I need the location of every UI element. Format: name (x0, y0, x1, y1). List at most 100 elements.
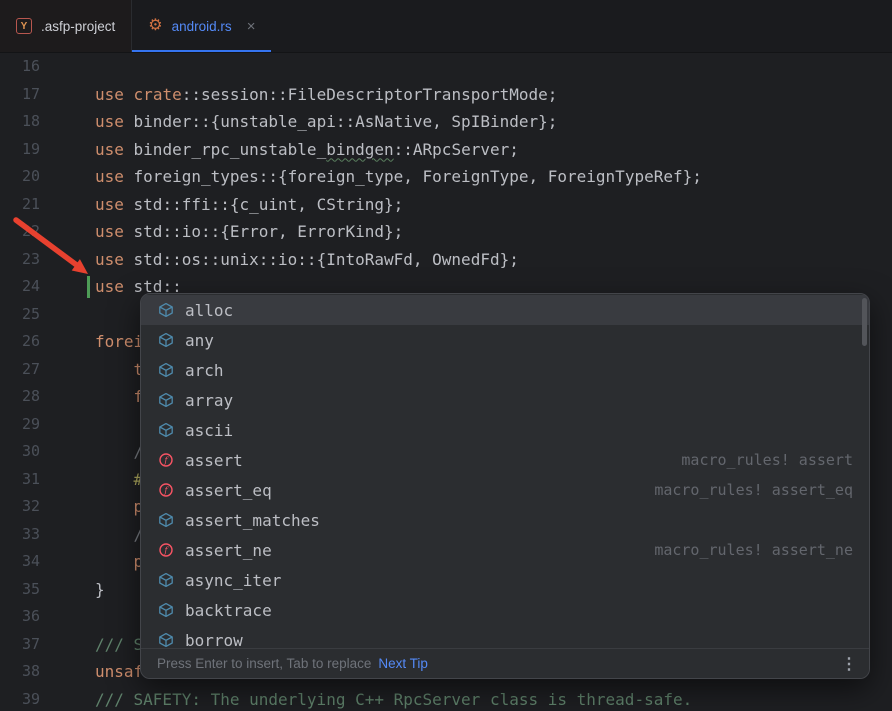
completion-item-async_iter[interactable]: async_iter (141, 565, 869, 595)
tab-android-rs[interactable]: ⚙ android.rs × (132, 0, 271, 52)
line-number: 17 (0, 81, 40, 109)
completion-item-detail: macro_rules! assert_ne (654, 541, 853, 559)
active-tab-indicator (132, 50, 271, 52)
tab-asfp-project[interactable]: Y .asfp-project (0, 0, 132, 52)
line-number: 36 (0, 603, 40, 631)
line-number: 32 (0, 493, 40, 521)
code-line-20[interactable]: 20use foreign_types::{foreign_type, Fore… (0, 163, 892, 191)
completion-list: alloc any arch array ascii fassertmacro_rules… (141, 295, 869, 649)
code-token (124, 85, 134, 104)
ide-window: Y .asfp-project ⚙ android.rs × 1617use c… (0, 0, 892, 711)
code-token: } (95, 580, 105, 599)
completion-item-arch[interactable]: arch (141, 355, 869, 385)
macro-icon: f (157, 542, 174, 559)
code-token: /// S (95, 635, 143, 654)
code-line-16[interactable]: 16 (0, 53, 892, 81)
macro-icon: f (157, 452, 174, 469)
completion-item-borrow[interactable]: borrow (141, 625, 869, 649)
completion-hint: Press Enter to insert, Tab to replace (157, 656, 371, 671)
svg-text:f: f (163, 486, 169, 496)
code-token (95, 387, 134, 406)
completion-item-assert_ne[interactable]: f assert_ne macro_rules! assert_ne (141, 535, 869, 565)
code-token (95, 442, 134, 461)
code-line-21[interactable]: 21use std::ffi::{c_uint, CString}; (0, 191, 892, 219)
line-number: 20 (0, 163, 40, 191)
code-line-17[interactable]: 17use crate::session::FileDescriptorTran… (0, 81, 892, 109)
more-options-icon[interactable]: ⋮ (841, 654, 857, 674)
code-token: std::ffi::{c_uint, CString}; (124, 195, 403, 214)
editor-tab-bar: Y .asfp-project ⚙ android.rs × (0, 0, 892, 53)
code-token: crate (134, 85, 182, 104)
completion-item-backtrace[interactable]: backtrace (141, 595, 869, 625)
line-number: 28 (0, 383, 40, 411)
module-icon (157, 572, 174, 589)
code-token: binder::{unstable_api::AsNative, SpIBind… (124, 112, 557, 131)
code-token (95, 470, 134, 489)
code-text: use std::io::{Error, ErrorKind}; (95, 218, 892, 246)
completion-item-array[interactable]: array (141, 385, 869, 415)
code-line-19[interactable]: 19use binder_rpc_unstable_bindgen::ARpcS… (0, 136, 892, 164)
module-icon (157, 332, 174, 349)
code-token: ::ARpcServer; (394, 140, 519, 159)
line-number: 37 (0, 631, 40, 659)
line-number: 38 (0, 658, 40, 686)
module-icon (157, 392, 174, 409)
code-line-22[interactable]: 22use std::io::{Error, ErrorKind}; (0, 218, 892, 246)
completion-item-assert_eq[interactable]: fassert_eqmacro_rules! assert_eq (141, 475, 869, 505)
line-number: 39 (0, 686, 40, 711)
line-number: 18 (0, 108, 40, 136)
code-token: std::os::unix::io::{IntoRawFd, OwnedFd}; (124, 250, 519, 269)
code-token: ::session::FileDescriptorTransportMode; (182, 85, 558, 104)
completion-item-ascii[interactable]: ascii (141, 415, 869, 445)
code-text: /// SAFETY: The underlying C++ RpcServer… (95, 686, 892, 711)
code-token: use (95, 112, 124, 131)
line-number: 30 (0, 438, 40, 466)
code-line-39[interactable]: 39 /// SAFETY: The underlying C++ RpcServ… (0, 686, 892, 711)
completion-item-label: array (185, 391, 233, 410)
code-token: bindgen (326, 140, 393, 159)
code-token (95, 552, 134, 571)
completion-item-any[interactable]: any (141, 325, 869, 355)
asfp-project-file-icon: Y (16, 18, 32, 34)
line-number: 29 (0, 411, 40, 439)
line-number: 35 (0, 576, 40, 604)
code-token: binder_rpc_unstable_ (124, 140, 326, 159)
completion-item-label: arch (185, 361, 224, 380)
macro-icon: f (157, 482, 174, 499)
module-icon (157, 362, 174, 379)
code-token: use (95, 195, 124, 214)
next-tip-link[interactable]: Next Tip (378, 656, 428, 671)
completion-item-label: assert_ne (185, 541, 272, 560)
module-icon (157, 302, 174, 319)
code-token (95, 525, 134, 544)
red-arrow-annotation (8, 214, 100, 284)
completion-item-assert[interactable]: fassertmacro_rules! assert (141, 445, 869, 475)
code-token: std::io::{Error, ErrorKind}; (124, 222, 403, 241)
rust-file-icon: ⚙ (148, 18, 162, 34)
completion-item-label: ascii (185, 421, 233, 440)
code-line-23[interactable]: 23use std::os::unix::io::{IntoRawFd, Own… (0, 246, 892, 274)
close-tab-icon[interactable]: × (247, 18, 256, 35)
tab-android-rs-label: android.rs (172, 19, 232, 34)
line-number: 25 (0, 301, 40, 329)
completion-item-detail: macro_rules! assert (681, 451, 853, 469)
code-text: use std::ffi::{c_uint, CString}; (95, 191, 892, 219)
code-text: use std::os::unix::io::{IntoRawFd, Owned… (95, 246, 892, 274)
completion-item-alloc[interactable]: alloc (141, 295, 869, 325)
code-line-18[interactable]: 18 use binder::{unstable_api::AsNative, S… (0, 108, 892, 136)
code-text: use binder_rpc_unstable_bindgen::ARpcSer… (95, 136, 892, 164)
module-icon (157, 512, 174, 529)
completion-item-assert_matches[interactable]: assert_matches (141, 505, 869, 535)
completion-item-label: any (185, 331, 214, 350)
code-token: unsaf (95, 662, 143, 681)
module-icon (157, 422, 174, 439)
popup-scrollbar[interactable] (862, 298, 867, 346)
code-token: use (95, 140, 124, 159)
completion-item-label: backtrace (185, 601, 272, 620)
line-number: 31 (0, 466, 40, 494)
code-token: forei (95, 332, 143, 351)
line-number: 26 (0, 328, 40, 356)
tab-asfp-project-label: .asfp-project (41, 19, 115, 34)
completion-popup: alloc any arch array ascii fassertmacro_rules… (140, 293, 870, 679)
line-number: 34 (0, 548, 40, 576)
